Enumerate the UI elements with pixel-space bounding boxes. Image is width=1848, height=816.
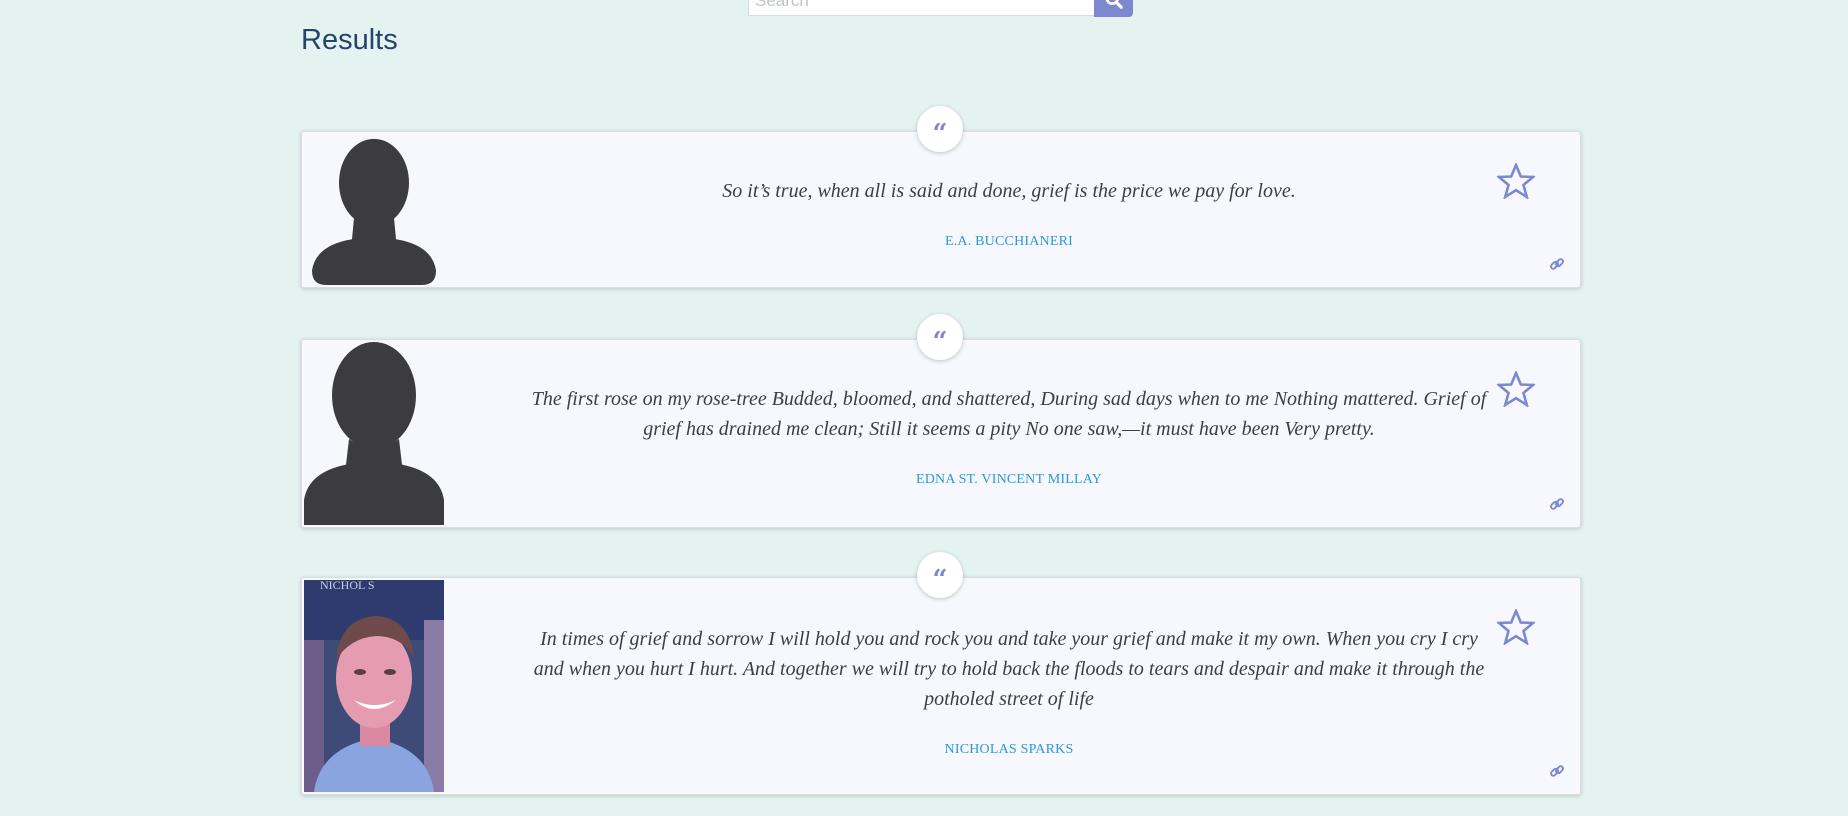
quote-body: In times of grief and sorrow I will hold…: [464, 624, 1554, 758]
quote-mark-icon: “: [917, 106, 963, 152]
favorite-star-icon[interactable]: [1496, 369, 1536, 409]
quote-body: The first rose on my rose-tree Budded, b…: [464, 384, 1554, 488]
quote-body: So it’s true, when all is said and done,…: [464, 176, 1554, 250]
quote-text: In times of grief and sorrow I will hold…: [533, 628, 1485, 710]
favorite-star-icon[interactable]: [1496, 161, 1536, 201]
author-avatar: [304, 342, 444, 525]
author-link[interactable]: NICHOLAS SPARKS: [945, 742, 1074, 758]
search-input[interactable]: [748, 0, 1094, 16]
quote-card: “ The first rose on my rose-tree Budded,…: [301, 314, 1581, 528]
author-avatar: NICHOL S: [304, 580, 444, 792]
permalink-icon[interactable]: [1547, 254, 1567, 274]
quote-mark-icon: “: [917, 552, 963, 598]
quote-mark-icon: “: [917, 314, 963, 360]
favorite-star-icon[interactable]: [1496, 607, 1536, 647]
photo-caption: NICHOL S: [320, 580, 375, 592]
quote-card: “ So it’s true, when all is said and don…: [301, 106, 1581, 288]
search-bar: [748, 0, 1133, 18]
author-link[interactable]: EDNA ST. VINCENT MILLAY: [916, 472, 1102, 488]
quote-text: So it’s true, when all is said and done,…: [722, 180, 1296, 202]
permalink-icon[interactable]: [1547, 494, 1567, 514]
search-button[interactable]: [1094, 0, 1133, 17]
author-link[interactable]: E.A. BUCCHIANERI: [945, 234, 1073, 250]
quote-text: The first rose on my rose-tree Budded, b…: [531, 388, 1487, 440]
author-avatar: [304, 134, 444, 285]
search-icon: [1105, 0, 1123, 12]
permalink-icon[interactable]: [1547, 761, 1567, 781]
results-heading: Results: [301, 24, 398, 56]
quote-card: NICHOL S “ In times of grief and sorrow …: [301, 552, 1581, 795]
